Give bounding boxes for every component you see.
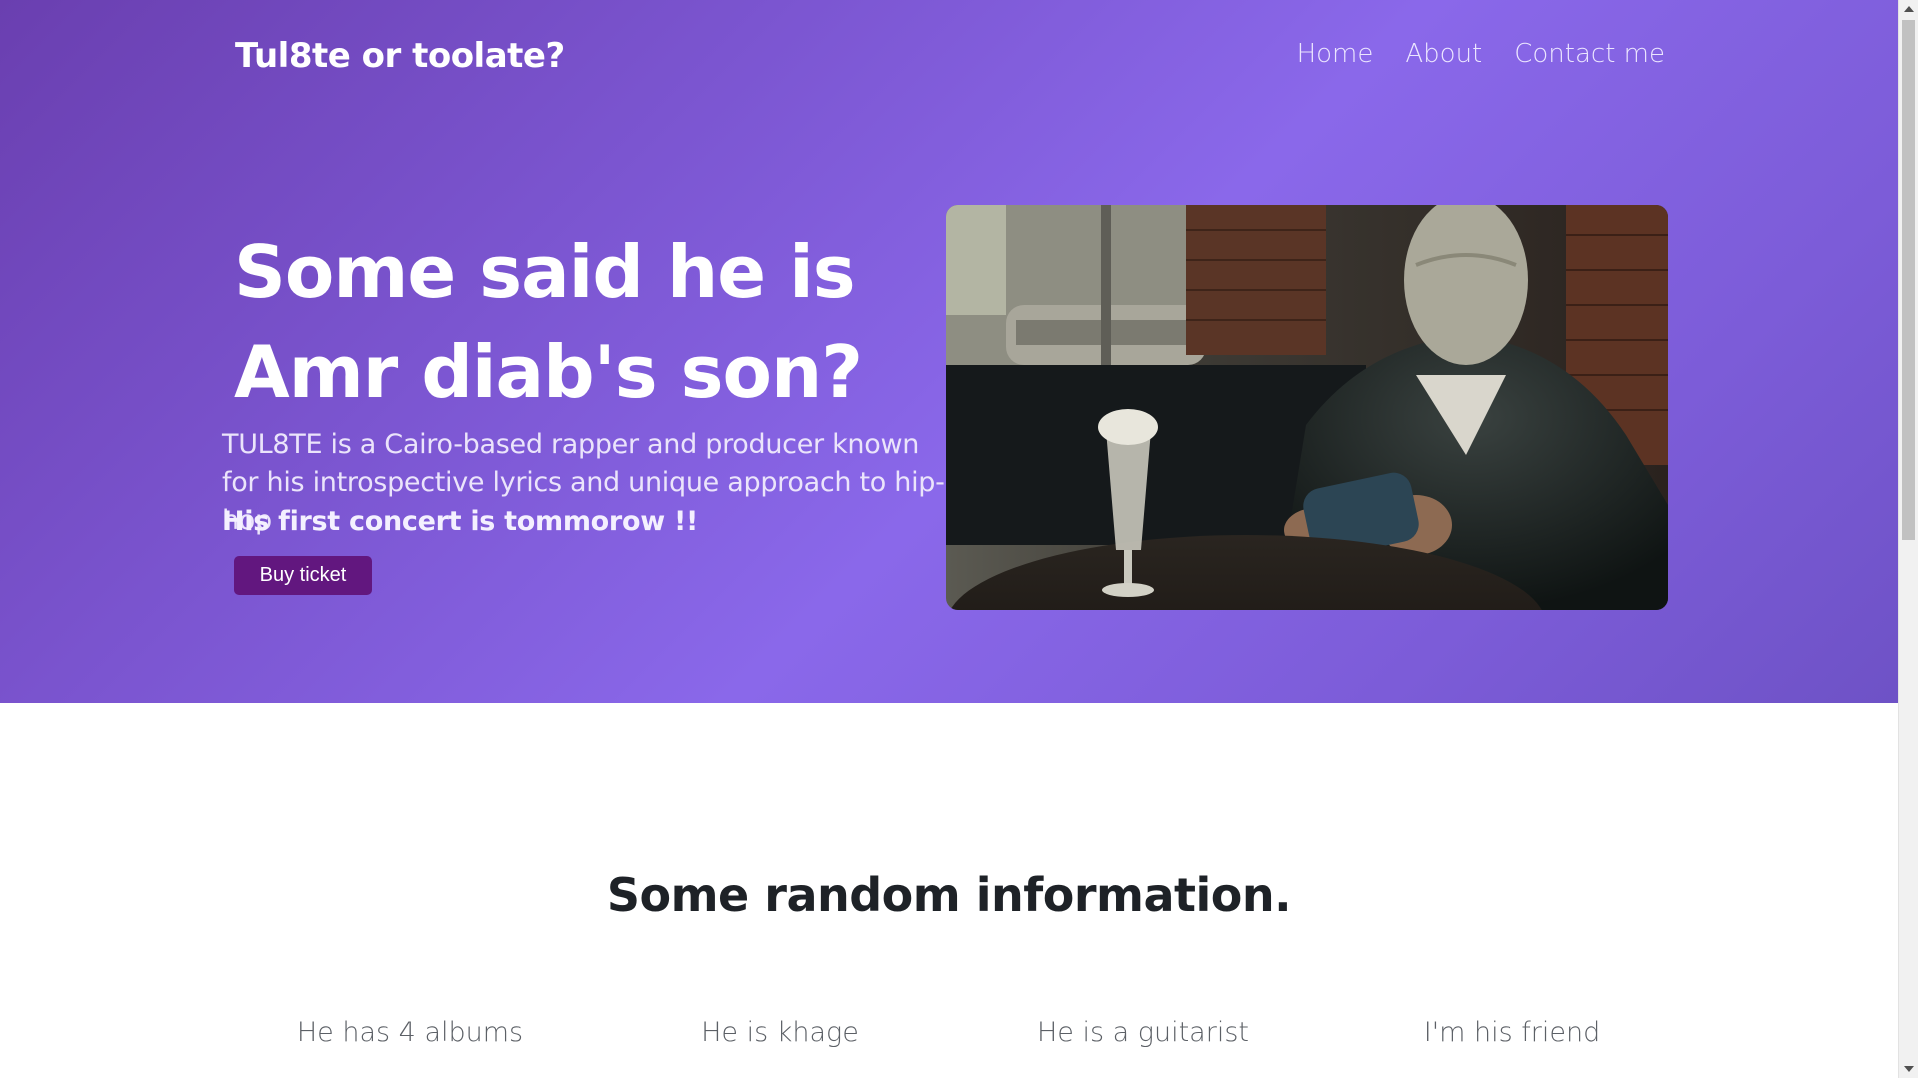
buy-ticket-button[interactable]: Buy ticket	[234, 556, 372, 595]
scroll-down-arrow-icon[interactable]	[1899, 1060, 1918, 1078]
hero-headline-line-2: Amr diab's son?	[234, 330, 863, 414]
brand-logo-link[interactable]: Tul8te or toolate?	[235, 36, 565, 76]
hero-photo	[946, 205, 1668, 610]
nav-link-contact[interactable]: Contact me	[1514, 39, 1665, 69]
nav-links: Home About Contact me	[1297, 39, 1665, 69]
fact-albums: He has 4 albums	[296, 1017, 524, 1048]
scroll-up-arrow-icon[interactable]	[1899, 0, 1918, 18]
nav-link-about[interactable]: About	[1405, 39, 1482, 69]
hero-highlight: His first concert is tommorow !!	[222, 506, 698, 537]
vertical-scrollbar[interactable]	[1898, 0, 1918, 1078]
scrollbar-thumb[interactable]	[1902, 20, 1915, 540]
viewport: Tul8te or toolate? Home About Contact me…	[0, 0, 1898, 1078]
hero-headline: Some said he is Amr diab's son?	[234, 222, 934, 422]
fact-guitarist: He is a guitarist	[1037, 1017, 1249, 1048]
hero-section: Tul8te or toolate? Home About Contact me…	[0, 0, 1898, 703]
fact-khage: He is khage	[701, 1017, 859, 1048]
hero-photo-illustration	[946, 205, 1668, 610]
hero-headline-line-1: Some said he is	[234, 230, 856, 314]
navbar: Tul8te or toolate? Home About Contact me	[235, 30, 1665, 86]
nav-link-home[interactable]: Home	[1297, 39, 1374, 69]
facts-row: He has 4 albums He is khage He is a guit…	[0, 1017, 1898, 1057]
info-section-title: Some random information.	[606, 868, 1292, 922]
fact-friend: I'm his friend	[1423, 1017, 1601, 1048]
page: Tul8te or toolate? Home About Contact me…	[0, 0, 1918, 1078]
